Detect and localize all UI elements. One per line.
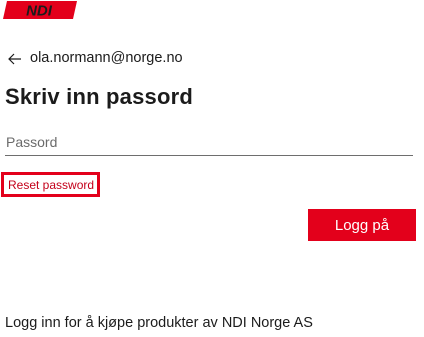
identity-email: ola.normann@norge.no: [30, 50, 183, 66]
page-title: Skriv inn passord: [5, 84, 194, 109]
footer-text: Logg inn for å kjøpe produkter av NDI No…: [5, 315, 313, 331]
ndi-logo-icon: NDI: [3, 1, 77, 20]
identity-banner[interactable]: ola.normann@norge.no: [8, 48, 183, 68]
svg-text:NDI: NDI: [26, 3, 53, 20]
reset-password-link[interactable]: Reset password: [1, 172, 100, 197]
password-input[interactable]: [5, 128, 413, 156]
sign-in-button[interactable]: Logg på: [308, 209, 416, 241]
back-arrow-icon[interactable]: [8, 52, 22, 65]
